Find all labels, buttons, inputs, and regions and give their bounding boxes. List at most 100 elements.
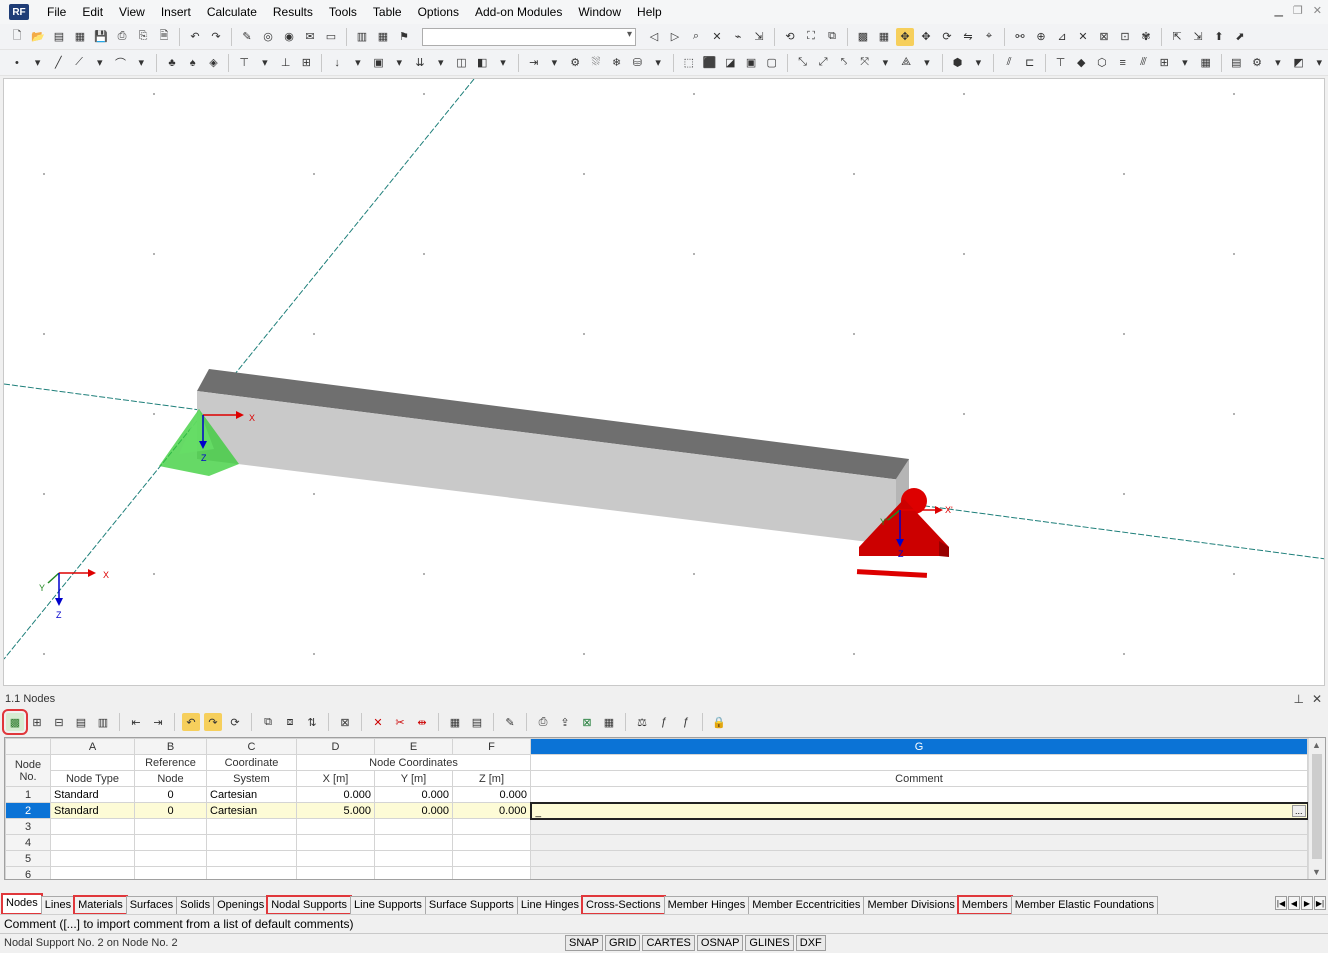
dropdown-icon[interactable]: ▾	[1176, 54, 1194, 72]
line-support-icon[interactable]: ⊥	[277, 54, 295, 72]
scale-icon[interactable]: ⇲	[750, 28, 768, 46]
generate-loads-icon[interactable]: ⚙	[566, 54, 584, 72]
cell-x[interactable]: 5.000	[296, 802, 375, 819]
menu-help[interactable]: Help	[629, 0, 670, 24]
cell-x[interactable]	[296, 866, 375, 879]
cell-comment[interactable]	[530, 850, 1308, 867]
formula-icon[interactable]: ƒ	[655, 713, 673, 731]
view-cube-icon[interactable]: ▣	[742, 54, 760, 72]
tab-surface-supports[interactable]: Surface Supports	[424, 896, 518, 914]
new-polyline-icon[interactable]: ⟋	[70, 54, 88, 72]
pdf-icon[interactable]: ⬆	[1210, 28, 1228, 46]
view-render-icon[interactable]: ◪	[721, 54, 739, 72]
view-solid-icon[interactable]: ⬛	[701, 54, 719, 72]
filter-icon[interactable]: ▤	[72, 713, 90, 731]
imperfection-icon[interactable]: ⇥	[525, 54, 543, 72]
navigator-icon[interactable]: ⚑	[395, 28, 413, 46]
cell-reference-node[interactable]	[134, 818, 207, 835]
cell-comment[interactable]	[530, 834, 1308, 851]
surface-load-icon[interactable]: ⇊	[411, 54, 429, 72]
table-row[interactable]: 3	[5, 818, 1308, 835]
new-line-icon[interactable]: ╱	[49, 54, 67, 72]
cell-z[interactable]	[452, 866, 531, 879]
view-icon[interactable]: ⟲	[781, 28, 799, 46]
minimize-icon[interactable]: ▁	[1274, 4, 1282, 17]
row-number[interactable]: 1	[5, 786, 51, 803]
cell-node-type[interactable]: Standard	[50, 802, 135, 819]
connect-icon[interactable]: ⚯	[1011, 28, 1029, 46]
dropdown-icon[interactable]: ▾	[29, 54, 47, 72]
import-icon[interactable]: ⇲	[1189, 28, 1207, 46]
tab-nodes[interactable]: Nodes	[1, 893, 43, 915]
clipping-icon[interactable]: ⊏	[1021, 54, 1039, 72]
cell-z[interactable]	[452, 818, 531, 835]
snap-toggle[interactable]: SNAP	[565, 935, 603, 951]
dropdown-icon[interactable]: ▾	[91, 54, 109, 72]
menu-results[interactable]: Results	[265, 0, 321, 24]
generate-icon[interactable]: ⛁	[629, 54, 647, 72]
cell-node-type[interactable]	[50, 834, 135, 851]
cell-reference-node[interactable]	[134, 834, 207, 851]
row-number[interactable]: 5	[5, 850, 51, 867]
dropdown-icon[interactable]: ▾	[432, 54, 450, 72]
zoom-all-icon[interactable]: ⧉	[823, 28, 841, 46]
formula-clear-icon[interactable]: ƒ	[677, 713, 695, 731]
show-results-icon[interactable]: ⌕	[687, 28, 705, 46]
cell-x[interactable]	[296, 834, 375, 851]
tab-line-hinges[interactable]: Line Hinges	[516, 896, 584, 914]
nodal-load-icon[interactable]: ↓	[328, 54, 346, 72]
open-file-icon[interactable]: 📂	[29, 28, 47, 46]
dropdown-icon[interactable]: ▾	[1269, 54, 1287, 72]
dropdown-icon[interactable]: ▾	[918, 54, 936, 72]
close-icon[interactable]: ✕	[1312, 689, 1322, 709]
calculator-icon[interactable]: ▦	[600, 713, 618, 731]
print-report-icon[interactable]: 🗎	[155, 28, 173, 46]
view-y-icon[interactable]: ⤢	[814, 54, 832, 72]
cell-coordinate-system[interactable]	[206, 866, 297, 879]
cell-y[interactable]	[374, 834, 453, 851]
tab-surfaces[interactable]: Surfaces	[125, 896, 178, 914]
new-material-icon[interactable]: ♣	[163, 54, 181, 72]
tab-openings[interactable]: Openings	[213, 896, 269, 914]
column-letter-d[interactable]: D	[296, 738, 375, 755]
delete-row-icon[interactable]: ⊟	[50, 713, 68, 731]
copy-icon[interactable]: ⧉	[259, 713, 277, 731]
menu-file[interactable]: File	[39, 0, 74, 24]
load-case-combo[interactable]	[422, 27, 636, 46]
cell-coordinate-system[interactable]	[206, 850, 297, 867]
column-letter-g[interactable]: G	[530, 738, 1308, 755]
export-icon[interactable]: ⇱	[1168, 28, 1186, 46]
settings-icon[interactable]: ⚙	[1248, 54, 1266, 72]
previous-table-icon[interactable]: ⇤	[127, 713, 145, 731]
column-letter-c[interactable]: C	[206, 738, 297, 755]
save-all-icon[interactable]: ▦	[71, 28, 89, 46]
cartes-toggle[interactable]: CARTES	[642, 935, 695, 951]
prev-tab-icon[interactable]: ◀	[1288, 896, 1300, 910]
table-active-icon[interactable]: ▦	[374, 28, 392, 46]
tab-member-divisions[interactable]: Member Divisions	[863, 896, 959, 914]
tab-lines[interactable]: Lines	[40, 896, 76, 914]
cell-z[interactable]: 0.000	[452, 786, 531, 803]
dropdown-icon[interactable]: ▾	[1310, 54, 1328, 72]
table-row[interactable]: 4	[5, 834, 1308, 851]
menu-table[interactable]: Table	[365, 0, 410, 24]
wall-icon[interactable]: ⫻	[1135, 54, 1153, 72]
tab-materials[interactable]: Materials	[73, 895, 128, 915]
grid-toggle[interactable]: GRID	[604, 935, 641, 951]
member-icon[interactable]: ⊤	[1052, 54, 1070, 72]
menu-add-on-modules[interactable]: Add-on Modules	[467, 0, 570, 24]
redo-icon[interactable]: ↷	[207, 28, 225, 46]
mirror-icon[interactable]: ⇋	[959, 28, 977, 46]
cell-node-type[interactable]	[50, 866, 135, 879]
rfem-icon[interactable]: ⬈	[1231, 28, 1249, 46]
view-x-icon[interactable]: ⤡	[794, 54, 812, 72]
cell-z[interactable]	[452, 850, 531, 867]
cell-y[interactable]	[374, 850, 453, 867]
insert-row-icon[interactable]: ⊞	[28, 713, 46, 731]
column-letter-a[interactable]: A	[50, 738, 135, 755]
open-example-icon[interactable]: ▤	[50, 28, 68, 46]
window-icon[interactable]: ▭	[322, 28, 340, 46]
dropdown-icon[interactable]: ▾	[132, 54, 150, 72]
row-number[interactable]: 3	[5, 818, 51, 835]
new-arc-icon[interactable]: ⌒	[112, 54, 130, 72]
